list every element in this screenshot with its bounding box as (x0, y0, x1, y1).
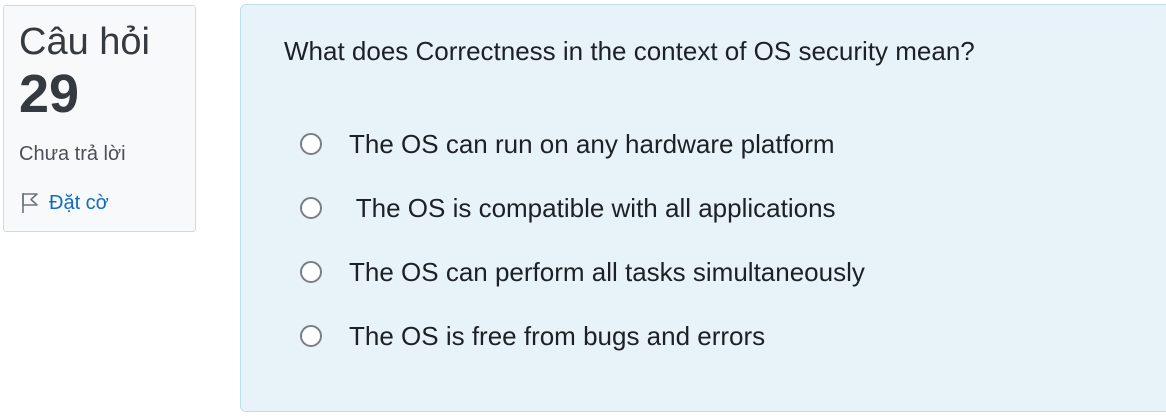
answer-label: The OS is free from bugs and errors (349, 321, 766, 351)
question-number: 29 (19, 64, 80, 124)
answer-option[interactable]: The OS is compatible with all applicatio… (300, 190, 836, 226)
answer-label: The OS can perform all tasks simultaneou… (349, 257, 865, 287)
answer-radio[interactable] (300, 133, 322, 155)
answer-option[interactable]: The OS can perform all tasks simultaneou… (300, 254, 865, 290)
answer-label: The OS can run on any hardware platform (349, 129, 835, 159)
answer-radio[interactable] (300, 325, 322, 347)
flag-icon (21, 192, 39, 214)
question-info-panel: Câu hỏi 29 Chưa trả lời Đặt cờ (3, 5, 196, 232)
question-text: What does Correctness in the context of … (284, 36, 975, 66)
answer-option[interactable]: The OS can run on any hardware platform (300, 126, 835, 162)
quiz-page: Câu hỏi 29 Chưa trả lời Đặt cờ What does… (0, 0, 1166, 418)
question-state: Chưa trả lời (19, 143, 126, 165)
answer-radio[interactable] (300, 261, 322, 283)
answer-label: The OS is compatible with all applicatio… (349, 193, 836, 223)
question-label: Câu hỏi (19, 21, 150, 63)
answer-radio[interactable] (300, 197, 322, 219)
answer-option[interactable]: The OS is free from bugs and errors (300, 318, 765, 354)
flag-question-button[interactable]: Đặt cờ (21, 190, 109, 216)
question-content: What does Correctness in the context of … (240, 4, 1166, 412)
flag-question-label: Đặt cờ (49, 192, 109, 214)
